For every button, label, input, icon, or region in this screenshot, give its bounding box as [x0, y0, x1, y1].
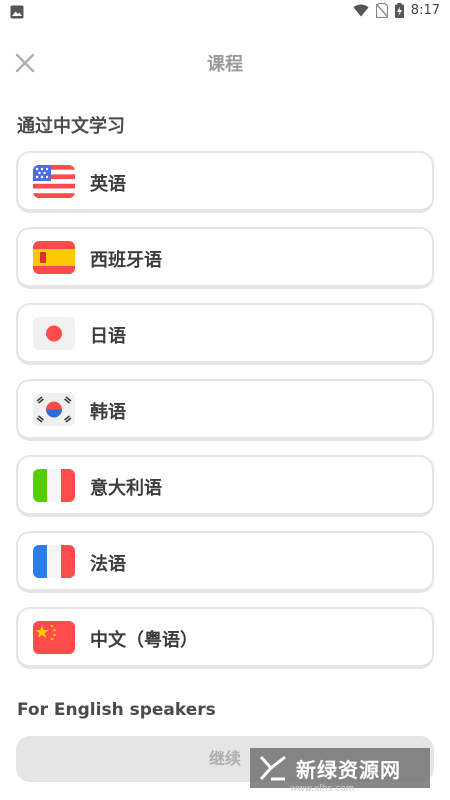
course-label: 英语 — [90, 174, 126, 195]
watermark-logo-icon — [259, 755, 286, 781]
watermark-url: www.xlhs.com — [290, 784, 355, 794]
japan-flag-icon — [33, 317, 75, 350]
course-item-japanese[interactable]: 日语 — [16, 303, 434, 365]
header: 课程 — [0, 40, 450, 88]
course-list: 英语 西班牙语 日语 韩语 意大利语 法语 中文（粤语） — [16, 151, 434, 683]
korea-flag-icon — [33, 393, 75, 426]
course-label: 韩语 — [90, 402, 126, 423]
section-title-chinese: 通过中文学习 — [17, 116, 125, 137]
wifi-icon — [353, 4, 369, 17]
us-flag-icon — [33, 165, 75, 198]
watermark-text: 新绿资源网 — [296, 757, 401, 782]
course-label: 法语 — [90, 554, 126, 575]
battery-charging-icon — [394, 3, 404, 18]
france-flag-icon — [33, 545, 75, 578]
watermark: 新绿资源网 — [250, 748, 430, 788]
page-title: 课程 — [207, 54, 243, 75]
course-item-korean[interactable]: 韩语 — [16, 379, 434, 441]
course-item-italian[interactable]: 意大利语 — [16, 455, 434, 517]
image-icon — [10, 5, 24, 19]
status-time: 8:17 — [410, 3, 440, 18]
section-title-english: For English speakers — [17, 700, 216, 720]
course-label: 意大利语 — [90, 478, 162, 499]
status-icons: 8:17 — [353, 3, 440, 18]
spain-flag-icon — [33, 241, 75, 274]
course-label: 西班牙语 — [90, 250, 162, 271]
italy-flag-icon — [33, 469, 75, 502]
course-item-cantonese[interactable]: 中文（粤语） — [16, 607, 434, 669]
course-label: 中文（粤语） — [90, 630, 198, 651]
course-item-french[interactable]: 法语 — [16, 531, 434, 593]
course-item-spanish[interactable]: 西班牙语 — [16, 227, 434, 289]
course-item-english[interactable]: 英语 — [16, 151, 434, 213]
status-bar: 8:17 — [0, 0, 450, 26]
no-sim-icon — [375, 3, 388, 18]
china-flag-icon — [33, 621, 75, 654]
course-label: 日语 — [90, 326, 126, 347]
